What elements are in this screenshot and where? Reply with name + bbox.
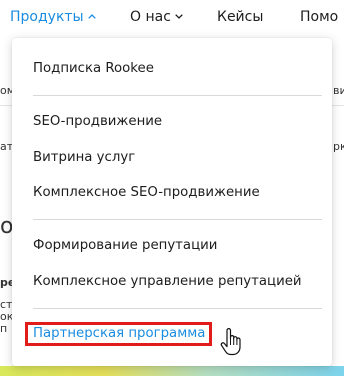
nav-about-label: О нас [130, 9, 171, 25]
menu-divider [33, 219, 322, 220]
nav-about[interactable]: О нас [130, 8, 183, 26]
products-dropdown-menu: Подписка Rookee SEO-продвижение Витрина … [12, 38, 332, 366]
nav-products-label: Продукты [10, 9, 84, 25]
nav-products[interactable]: Продукты [10, 8, 96, 26]
background-text: виз [333, 84, 344, 97]
menu-divider [33, 95, 322, 96]
background-text: рк [333, 140, 344, 153]
menu-item-complex-seo[interactable]: Комплексное SEO-продвижение [33, 185, 260, 201]
menu-item-services-showcase[interactable]: Витрина услуг [33, 150, 135, 166]
background-gradient-banner [0, 366, 344, 376]
menu-divider [33, 308, 322, 309]
menu-item-partner-program[interactable]: Партнерская программа [33, 326, 205, 342]
menu-item-complex-reputation[interactable]: Комплексное управление репутацией [33, 274, 302, 290]
hand-pointer-cursor-icon [219, 328, 243, 356]
background-divider [0, 105, 12, 106]
menu-item-rookee-subscription[interactable]: Подписка Rookee [33, 61, 154, 77]
background-text: п [0, 322, 8, 335]
nav-help[interactable]: Помо [300, 8, 338, 26]
chevron-up-icon [87, 14, 96, 19]
chevron-down-icon [175, 14, 183, 19]
top-navigation: Продукты О нас Кейсы Помо [0, 0, 344, 34]
background-divider [332, 105, 344, 106]
nav-cases[interactable]: Кейсы [217, 8, 263, 26]
menu-item-reputation-building[interactable]: Формирование репутации [33, 238, 217, 254]
menu-item-seo-promotion[interactable]: SEO-продвижение [33, 114, 162, 130]
